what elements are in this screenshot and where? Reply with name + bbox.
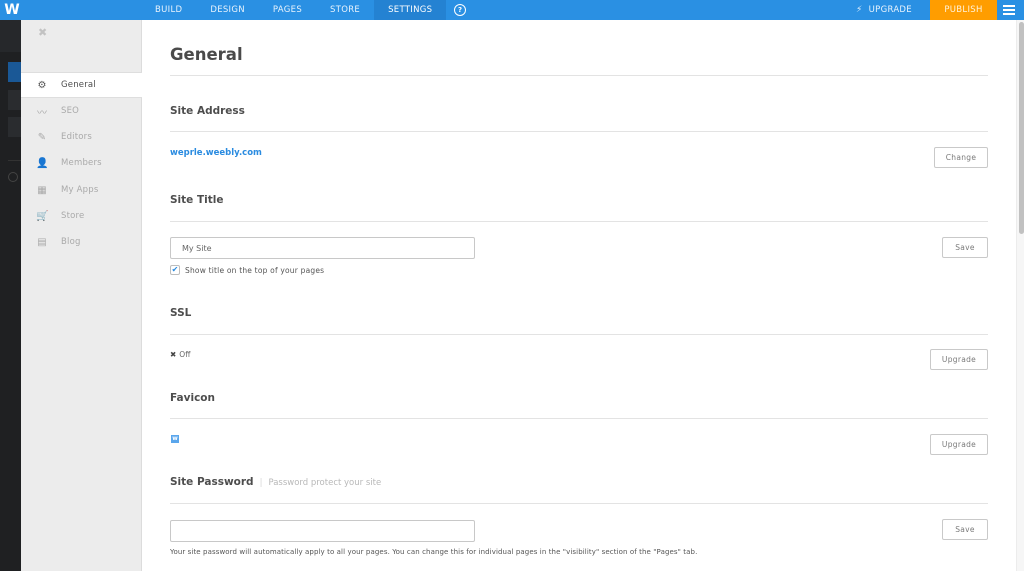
section-title-site-password: Site Password | Password protect your site [170,476,382,488]
sidebar-item-label: My Apps [61,185,99,195]
sidebar-item-label: Store [61,211,85,221]
nav-build[interactable]: BUILD [141,0,196,20]
change-address-button[interactable]: Change [934,147,988,168]
favicon-upgrade-button[interactable]: Upgrade [930,434,988,455]
favicon-image-icon: w [171,435,179,443]
main-nav: BUILD DESIGN PAGES STORE SETTINGS [141,0,447,20]
info-icon[interactable] [8,172,18,182]
top-navigation-bar: W BUILD DESIGN PAGES STORE SETTINGS ? ⚡ U… [0,0,1024,20]
sidebar-item-label: General [61,80,96,90]
ssl-upgrade-button[interactable]: Upgrade [930,349,988,370]
save-site-title-button[interactable]: Save [942,237,988,258]
scrollbar-thumb[interactable] [1019,22,1024,234]
sidebar-item-label: SEO [61,106,80,116]
help-icon[interactable]: ? [454,4,466,16]
scrollbar[interactable] [1016,20,1024,571]
settings-sidebar: ✖ ⚙ General 〰 SEO ✎ Editors 👤 Members ▦ … [21,20,142,571]
site-password-subtitle: Password protect your site [268,478,382,488]
divider [170,75,988,76]
editor-panel-item[interactable] [8,62,21,82]
publish-button[interactable]: PUBLISH [930,0,997,20]
x-icon: ✖ [170,350,177,359]
sidebar-item-label: Editors [61,132,92,142]
show-title-label: Show title on the top of your pages [185,265,325,275]
editor-side-panel [0,20,21,571]
nav-pages[interactable]: PAGES [259,0,316,20]
sidebar-item-general[interactable]: ⚙ General [21,72,142,98]
settings-content: General Site Address weprle.weebly.com C… [142,20,1016,571]
sidebar-item-store[interactable]: 🛒 Store [21,203,142,229]
divider [8,160,21,161]
divider [170,221,988,222]
site-title-input[interactable] [170,237,475,259]
gear-icon: ⚙ [37,79,47,91]
sidebar-item-blog[interactable]: ▤ Blog [21,229,142,255]
weebly-logo-icon[interactable]: W [4,2,20,18]
site-address-link[interactable]: weprle.weebly.com [170,148,262,158]
divider [170,334,988,335]
trend-line-icon: 〰 [37,107,47,119]
sidebar-item-label: Blog [61,237,81,247]
section-title-site-address: Site Address [170,105,245,117]
nav-store[interactable]: STORE [316,0,374,20]
user-icon: 👤 [36,157,49,169]
comment-icon: ▤ [37,236,47,248]
divider [170,131,988,132]
site-password-help-text: Your site password will automatically ap… [170,548,698,556]
nav-settings[interactable]: SETTINGS [374,0,447,20]
nav-design[interactable]: DESIGN [196,0,259,20]
sidebar-item-my-apps[interactable]: ▦ My Apps [21,177,142,203]
hamburger-menu-icon[interactable] [1003,5,1015,15]
upgrade-button[interactable]: ⚡ UPGRADE [856,0,912,20]
lightning-icon: ⚡ [856,5,863,15]
show-title-checkbox[interactable]: ✔ [170,265,180,275]
close-icon[interactable]: ✖ [38,26,47,39]
cart-icon: 🛒 [36,210,49,222]
sidebar-item-members[interactable]: 👤 Members [21,150,142,176]
save-password-button[interactable]: Save [942,519,988,540]
page-title: General [170,45,243,64]
upgrade-label: UPGRADE [868,5,912,15]
ssl-status-text: Off [179,350,191,359]
section-title-ssl: SSL [170,307,192,319]
divider [170,503,988,504]
section-title-site-title: Site Title [170,194,224,206]
editor-panel-item[interactable] [8,117,21,137]
sidebar-item-editors[interactable]: ✎ Editors [21,124,142,150]
sidebar-item-label: Members [61,158,102,168]
section-title-favicon: Favicon [170,392,215,404]
pencil-icon: ✎ [37,131,47,143]
editor-panel-item[interactable] [8,90,21,110]
site-password-input[interactable] [170,520,475,542]
show-title-checkbox-row[interactable]: ✔ Show title on the top of your pages [170,265,324,275]
ssl-status: ✖ Off [170,350,190,359]
apps-grid-icon: ▦ [37,184,47,196]
site-password-title: Site Password [170,476,254,488]
divider [170,418,988,419]
sidebar-item-seo[interactable]: 〰 SEO [21,98,142,124]
